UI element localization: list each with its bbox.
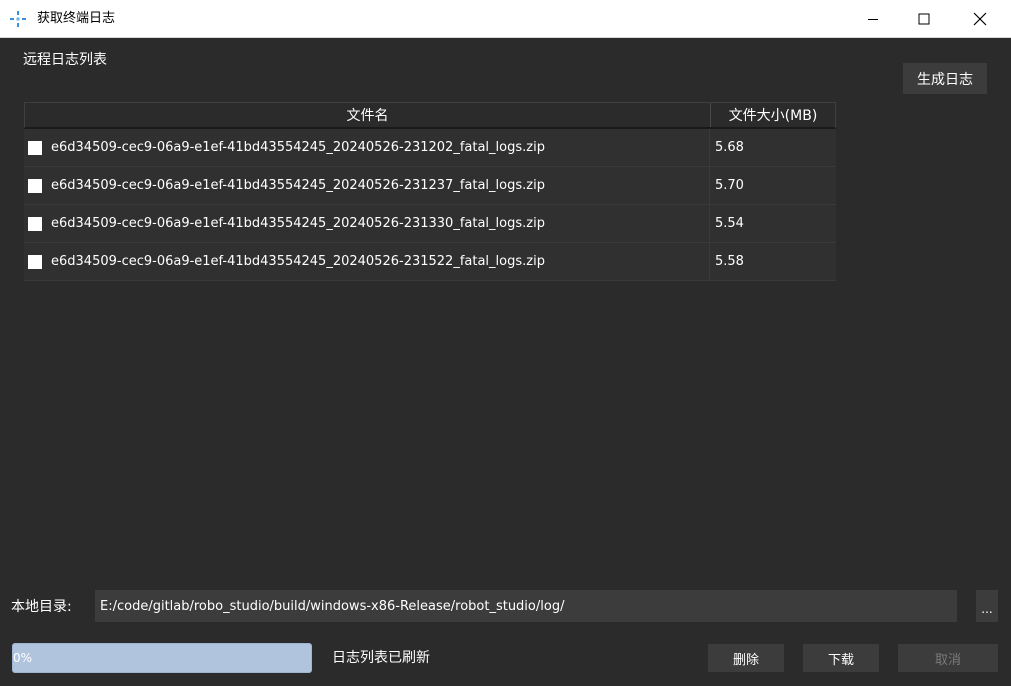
minimize-icon bbox=[868, 19, 878, 20]
table-row[interactable]: e6d34509-cec9-06a9-e1ef-41bd43554245_202… bbox=[24, 167, 836, 205]
download-button[interactable]: 下载 bbox=[803, 644, 879, 672]
column-header-filesize[interactable]: 文件大小(MB) bbox=[711, 103, 835, 127]
generate-log-button[interactable]: 生成日志 bbox=[903, 63, 987, 94]
remote-log-list-label: 远程日志列表 bbox=[23, 52, 107, 68]
title-bar: 获取终端日志 bbox=[0, 0, 1011, 38]
local-dir-label: 本地目录: bbox=[11, 599, 72, 615]
window-title: 获取终端日志 bbox=[37, 11, 116, 26]
download-progress-bar: 0% bbox=[12, 643, 312, 673]
filename-text: e6d34509-cec9-06a9-e1ef-41bd43554245_202… bbox=[51, 178, 545, 193]
delete-button[interactable]: 删除 bbox=[708, 644, 784, 672]
row-checkbox[interactable] bbox=[28, 178, 42, 193]
close-icon bbox=[973, 12, 987, 26]
local-dir-input[interactable] bbox=[95, 590, 957, 622]
crosshair-app-icon bbox=[10, 11, 26, 27]
maximize-button[interactable] bbox=[899, 0, 949, 38]
filename-text: e6d34509-cec9-06a9-e1ef-41bd43554245_202… bbox=[51, 254, 545, 269]
remote-log-table: 文件名 文件大小(MB) e6d34509-cec9-06a9-e1ef-41b… bbox=[24, 102, 836, 281]
row-checkbox[interactable] bbox=[28, 140, 42, 155]
browse-dir-button[interactable]: ... bbox=[976, 590, 998, 622]
table-header: 文件名 文件大小(MB) bbox=[24, 102, 836, 129]
maximize-icon bbox=[918, 13, 930, 25]
filesize-cell: 5.58 bbox=[715, 254, 744, 269]
filename-cell: e6d34509-cec9-06a9-e1ef-41bd43554245_202… bbox=[24, 129, 710, 166]
filesize-cell: 5.70 bbox=[715, 178, 744, 193]
filename-cell: e6d34509-cec9-06a9-e1ef-41bd43554245_202… bbox=[24, 167, 710, 204]
row-checkbox[interactable] bbox=[28, 216, 42, 231]
table-row[interactable]: e6d34509-cec9-06a9-e1ef-41bd43554245_202… bbox=[24, 205, 836, 243]
table-row[interactable]: e6d34509-cec9-06a9-e1ef-41bd43554245_202… bbox=[24, 129, 836, 167]
progress-text: 0% bbox=[13, 651, 33, 665]
filesize-cell: 5.54 bbox=[715, 216, 744, 231]
row-checkbox[interactable] bbox=[28, 254, 42, 269]
column-header-filename[interactable]: 文件名 bbox=[25, 103, 711, 127]
filename-text: e6d34509-cec9-06a9-e1ef-41bd43554245_202… bbox=[51, 216, 545, 231]
status-message: 日志列表已刷新 bbox=[332, 650, 430, 666]
minimize-button[interactable] bbox=[848, 0, 898, 38]
table-row[interactable]: e6d34509-cec9-06a9-e1ef-41bd43554245_202… bbox=[24, 243, 836, 281]
close-button[interactable] bbox=[955, 0, 1005, 38]
filesize-cell: 5.68 bbox=[715, 140, 744, 155]
filename-cell: e6d34509-cec9-06a9-e1ef-41bd43554245_202… bbox=[24, 243, 710, 280]
filename-cell: e6d34509-cec9-06a9-e1ef-41bd43554245_202… bbox=[24, 205, 710, 242]
filename-text: e6d34509-cec9-06a9-e1ef-41bd43554245_202… bbox=[51, 140, 545, 155]
cancel-button[interactable]: 取消 bbox=[898, 644, 998, 672]
